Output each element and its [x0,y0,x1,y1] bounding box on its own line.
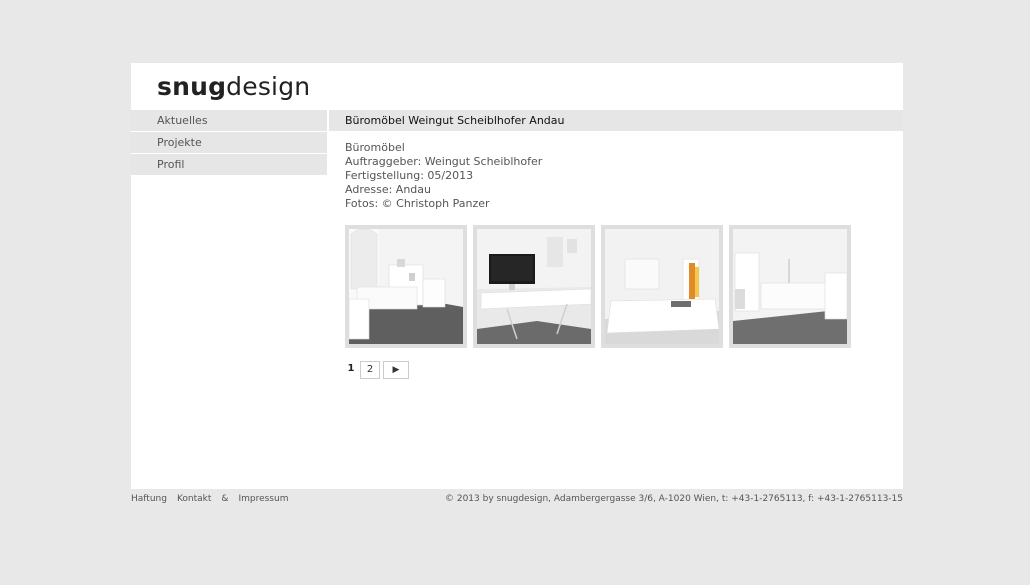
footer-copyright: © 2013 by snugdesign, Adambergergasse 3/… [444,494,903,504]
footer-link-impressum[interactable]: Impressum [238,494,288,504]
gallery-thumb[interactable] [729,225,851,348]
pagination: 1 2 ▶ [345,361,409,379]
footer-links: Haftung Kontakt & Impressum [131,494,288,504]
detail-category: Büromöbel [345,141,405,154]
nav-item-aktuelles[interactable]: Aktuelles [131,110,327,131]
detail-client: Auftraggeber: Weingut Scheiblhofer [345,155,543,168]
next-page-icon[interactable]: ▶ [383,361,409,379]
sidebar-nav: Aktuelles Projekte Profil [131,110,327,176]
detail-address: Adresse: Andau [345,183,431,196]
gallery-thumb[interactable] [601,225,723,348]
gallery-thumb[interactable] [473,225,595,348]
gallery-photo-1 [349,229,463,344]
page-1-current: 1 [347,363,355,374]
detail-photo-credit: Fotos: © Christoph Panzer [345,197,490,210]
photo-gallery [345,225,851,348]
gallery-photo-4 [733,229,847,344]
detail-completion: Fertigstellung: 05/2013 [345,169,474,182]
gallery-photo-3 [605,229,719,344]
content-panel: snugdesign Aktuelles Projekte Profil Bür… [131,63,903,489]
gallery-photo-2 [477,229,591,344]
header-banner [329,63,903,111]
footer-link-kontakt[interactable]: Kontakt [177,494,211,504]
footer-link-haftung[interactable]: Haftung [131,494,167,504]
nav-item-profil[interactable]: Profil [131,154,327,175]
footer-ampersand: & [221,494,229,504]
nav-item-projekte[interactable]: Projekte [131,132,327,153]
page-2-link[interactable]: 2 [360,361,380,379]
project-details: Büromöbel Auftraggeber: Weingut Scheiblh… [345,141,542,211]
site-logo[interactable]: snugdesign [157,72,310,101]
project-title: Büromöbel Weingut Scheiblhofer Andau [329,110,903,131]
gallery-thumb[interactable] [345,225,467,348]
